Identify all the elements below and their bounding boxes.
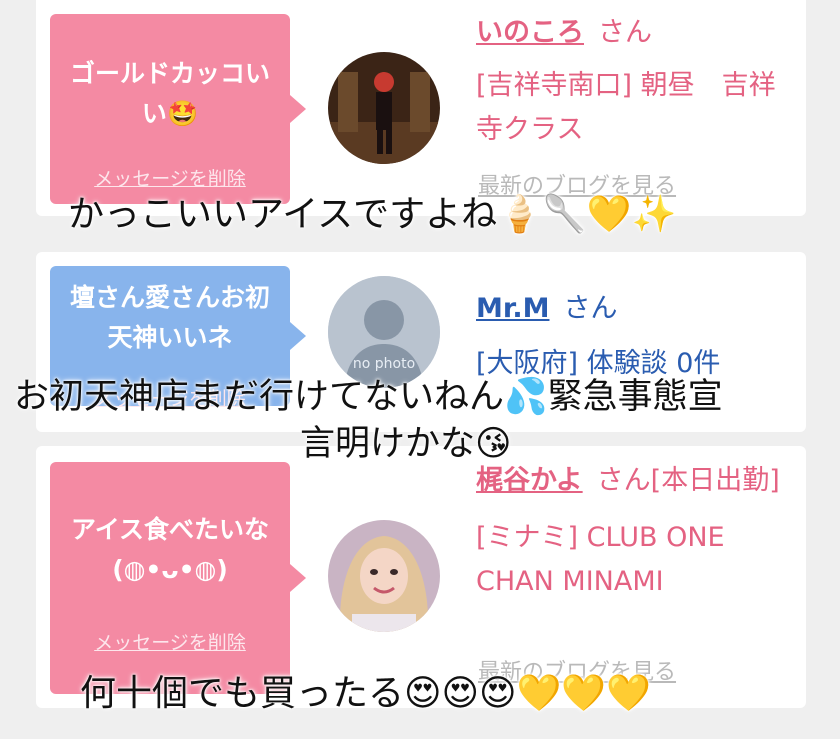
sender-details: [ミナミ] CLUB ONE CHAN MINAMI (476, 522, 725, 597)
sender-name[interactable]: いのころ (476, 17, 584, 48)
star-struck-emoji: 🤩 (166, 99, 199, 128)
honorific: さん[本日出勤] (596, 465, 780, 496)
overlay-caption-1: かっこいいアイスですよね🍦🥄💛✨ (68, 194, 677, 235)
message-text: 壇さん愛さんお初天神いいネ (69, 283, 270, 352)
avatar[interactable] (328, 52, 440, 164)
avatar-photo (328, 52, 440, 164)
honorific: さん (563, 293, 618, 324)
sender-name[interactable]: 梶谷かよ (476, 465, 583, 496)
message-bubble: ゴールドカッコいい🤩 メッセージを削除 (50, 14, 306, 204)
honorific: さん (598, 17, 652, 48)
sender-info: 梶谷かよ さん[本日出勤] [ミナミ] CLUB ONE CHAN MINAMI (476, 460, 796, 604)
sender-name[interactable]: Mr.M (476, 293, 549, 324)
delete-message-link[interactable]: メッセージを削除 (50, 628, 290, 655)
sender-details: [吉祥寺南口] 朝昼 吉祥寺クラス (476, 70, 776, 145)
sender-info: いのころ さん [吉祥寺南口] 朝昼 吉祥寺クラス (476, 12, 796, 152)
message-card-1: ゴールドカッコいい🤩 メッセージを削除 いのころ さん [吉祥寺南口] 朝昼 吉祥… (36, 0, 806, 216)
message-bubble: アイス食べたいな (◍•ᴗ•◍) メッセージを削除 (50, 462, 306, 694)
message-text: アイス食べたいな (70, 515, 269, 544)
overlay-caption-2-line-2: 言明けかな😘 (300, 424, 512, 464)
avatar[interactable] (328, 520, 440, 632)
overlay-caption-3: 何十個でも買ったる😍😍😍💛💛💛 (80, 673, 652, 714)
overlay-caption-2-line-1: お初天神店まだ行けてないねん💦緊急事態宣 (14, 377, 723, 417)
avatar-photo (328, 520, 440, 632)
message-emoticon: (◍•ᴗ•◍) (112, 555, 228, 584)
